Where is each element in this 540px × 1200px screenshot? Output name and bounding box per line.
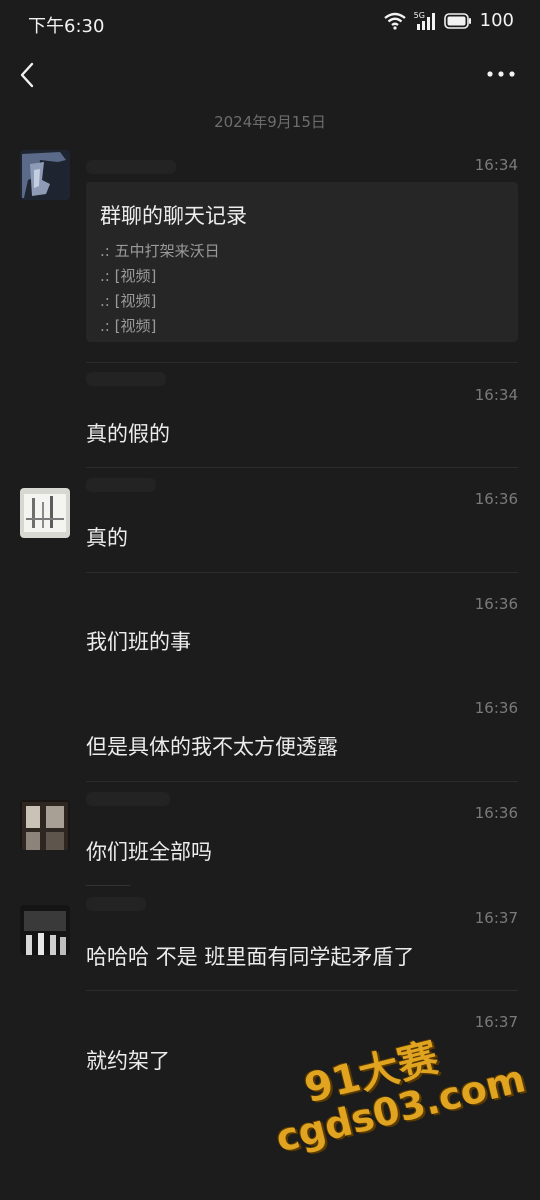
sender-name-hidden: [86, 897, 146, 911]
sender-name-hidden: [86, 478, 156, 492]
battery-icon: [443, 12, 471, 29]
message-time: 16:36: [474, 490, 518, 508]
message-divider: [86, 362, 518, 363]
wifi-icon: [383, 12, 406, 30]
message-time: 16:34: [474, 386, 518, 404]
sender-name-hidden: [86, 160, 176, 174]
message-divider: [86, 467, 518, 468]
status-icons: 5G 100: [383, 10, 514, 31]
chat-record-title: 群聊的聊天记录: [100, 204, 247, 228]
message-divider: [86, 990, 518, 991]
back-arrow-icon[interactable]: [14, 60, 44, 90]
avatar[interactable]: [20, 905, 70, 955]
chat-record-line: .: 五中打架来沃日: [100, 242, 220, 260]
chat-record-card[interactable]: 群聊的聊天记录 .: 五中打架来沃日 .: [视频] .: [视频] .: [视…: [86, 182, 518, 342]
message-text: 但是具体的我不太方便透露: [86, 735, 338, 759]
status-time: 下午6:30: [28, 16, 105, 37]
chat-history-page: 下午6:30 5G 100 2024年9月15日 16:34 群聊的聊天记录 .…: [0, 0, 540, 1200]
message-text: 我们班的事: [86, 630, 191, 654]
more-options-icon[interactable]: [486, 64, 516, 84]
battery-level: 100: [479, 10, 514, 31]
message-text: 就约架了: [86, 1049, 170, 1073]
avatar[interactable]: [20, 488, 70, 538]
sender-name-hidden: [86, 372, 166, 386]
message-text: 你们班全部吗: [86, 840, 212, 864]
sender-name-hidden: [86, 792, 170, 806]
avatar[interactable]: [20, 800, 70, 850]
message-text: 真的: [86, 526, 128, 550]
signal-icon: 5G: [414, 11, 436, 31]
chat-record-line: .: [视频]: [100, 267, 157, 285]
watermark-logo: 91大赛 cgds03.com: [259, 1012, 529, 1184]
message-text: 真的假的: [86, 422, 170, 446]
avatar[interactable]: [20, 150, 70, 200]
chat-record-line: .: [视频]: [100, 292, 157, 310]
date-separator: 2024年9月15日: [214, 113, 326, 131]
status-bar: 下午6:30 5G 100: [0, 0, 540, 44]
message-text: 哈哈哈 不是 班里面有同学起矛盾了: [86, 945, 415, 969]
message-time: 16:36: [474, 595, 518, 613]
chat-record-line: .: [视频]: [100, 317, 157, 335]
message-divider: [86, 572, 518, 573]
message-time: 16:34: [474, 156, 518, 174]
message-divider: [86, 885, 130, 886]
message-time: 16:36: [474, 699, 518, 717]
message-divider: [86, 781, 518, 782]
message-time: 16:37: [474, 909, 518, 927]
nav-bar: [0, 50, 540, 100]
message-time: 16:36: [474, 804, 518, 822]
